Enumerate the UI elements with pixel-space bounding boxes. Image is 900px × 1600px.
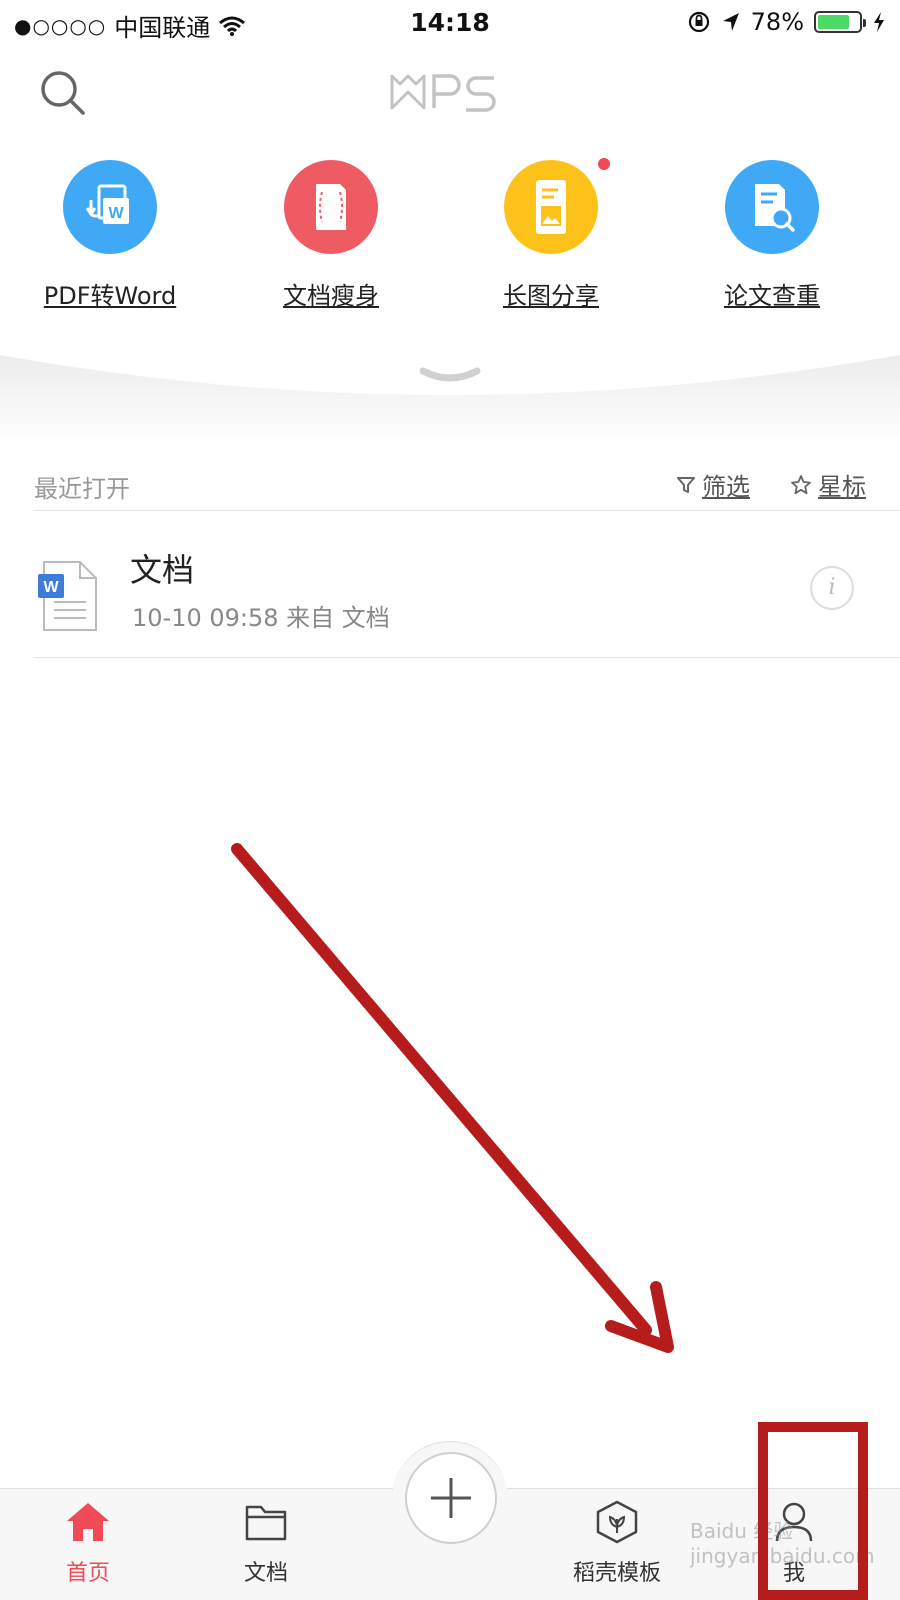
tab-docs[interactable]: 文档 — [196, 1499, 336, 1587]
template-icon — [596, 1500, 638, 1544]
divider — [34, 657, 900, 658]
tab-label: 文档 — [243, 1561, 288, 1586]
svg-text:W: W — [108, 205, 124, 222]
tool-slim-document[interactable]: 文档瘦身 — [231, 160, 431, 311]
divider — [34, 510, 900, 511]
tool-label: PDF转Word — [43, 282, 177, 310]
paper-check-glyph — [755, 184, 795, 232]
tool-label: 文档瘦身 — [283, 282, 379, 310]
tool-label: 论文查重 — [724, 282, 820, 310]
pdf-to-word-glyph: W — [85, 184, 129, 224]
app-header — [0, 60, 900, 124]
tool-label: 长图分享 — [503, 282, 599, 310]
tool-long-image-share[interactable]: 长图分享 — [451, 158, 651, 311]
quick-tools: W PDF转Word 文档瘦身 长图分享 论文查重 — [0, 158, 900, 311]
search-icon[interactable] — [38, 68, 88, 118]
star-icon — [791, 474, 811, 494]
plus-icon — [431, 1478, 471, 1518]
charging-icon — [874, 12, 884, 32]
battery-icon — [814, 11, 866, 33]
file-name: 文档 — [130, 551, 195, 589]
slim-document-glyph — [316, 184, 346, 230]
status-bar: ●○○○○ 中国联通 14:18 78% — [0, 0, 900, 44]
new-document-button[interactable] — [405, 1452, 497, 1544]
battery-percent: 78% — [750, 8, 804, 36]
folder-icon — [245, 1505, 287, 1541]
slim-document-icon — [284, 160, 378, 254]
battery-fill — [818, 15, 850, 29]
recent-actions: 筛选 星标 — [676, 467, 866, 502]
file-meta: 10-10 09:58 来自 文档 — [132, 604, 390, 632]
filter-button[interactable]: 筛选 — [676, 467, 750, 502]
new-badge — [598, 158, 610, 170]
expand-chevron-icon[interactable] — [419, 367, 481, 385]
star-label: 星标 — [818, 473, 866, 501]
wps-logo — [390, 74, 496, 112]
long-image-glyph — [536, 180, 566, 234]
rotation-lock-icon — [688, 11, 709, 33]
home-icon — [67, 1503, 109, 1541]
info-icon[interactable]: i — [810, 566, 854, 610]
tool-pdf-to-word[interactable]: W PDF转Word — [10, 160, 210, 311]
word-document-icon: W — [38, 561, 97, 631]
paper-check-icon — [725, 160, 819, 254]
long-image-share-icon — [504, 158, 610, 254]
status-right: 78% — [687, 8, 886, 36]
location-icon — [722, 13, 739, 31]
recent-header: 最近打开 筛选 星标 — [34, 465, 866, 505]
list-item[interactable]: W 文档 10-10 09:58 来自 文档 i — [34, 540, 866, 650]
tab-label: 稻壳模板 — [572, 1561, 661, 1586]
recent-title: 最近打开 — [34, 475, 130, 503]
filter-icon — [677, 476, 695, 493]
pdf-to-word-icon: W — [63, 160, 157, 254]
svg-text:W: W — [43, 579, 59, 596]
filter-label: 筛选 — [702, 473, 750, 501]
tab-home[interactable]: 首页 — [18, 1499, 158, 1587]
star-button[interactable]: 星标 — [790, 467, 866, 502]
tab-templates[interactable]: 稻壳模板 — [547, 1499, 687, 1587]
tab-label: 首页 — [65, 1561, 110, 1586]
annotation-highlight-box — [758, 1422, 868, 1600]
tool-paper-check[interactable]: 论文查重 — [672, 160, 872, 311]
